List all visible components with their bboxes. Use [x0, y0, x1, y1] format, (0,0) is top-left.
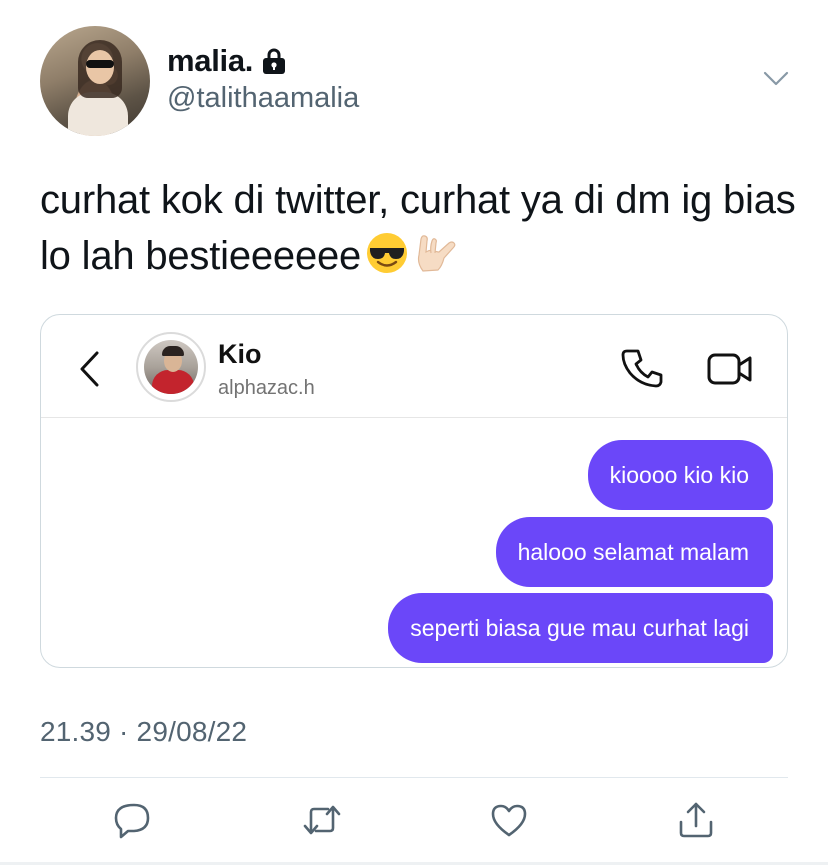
video-icon[interactable]: [706, 349, 754, 389]
dm-contact-name[interactable]: Kio: [218, 339, 262, 370]
smiling-face-with-sunglasses-emoji-icon: [367, 233, 408, 273]
message-bubble[interactable]: seperti biasa gue mau curhat lagi: [388, 593, 773, 663]
avatar-sunglasses-shape: [86, 60, 114, 68]
like-icon[interactable]: [489, 800, 529, 840]
avatar-body-shape: [68, 92, 128, 136]
message-bubble[interactable]: halooo selamat malam: [495, 517, 773, 587]
divider: [40, 777, 788, 778]
tweet-text: curhat kok di twitter, curhat ya di dm i…: [40, 172, 800, 284]
lock-icon: [263, 48, 286, 74]
phone-icon[interactable]: [621, 347, 665, 391]
share-icon[interactable]: [676, 800, 716, 840]
chevron-down-icon[interactable]: [760, 66, 792, 90]
dm-contact-avatar-image: [144, 340, 198, 394]
tweet-timestamp[interactable]: 21.39 · 29/08/22: [40, 716, 247, 748]
avatar-hair-shape: [162, 346, 184, 356]
author-avatar[interactable]: [40, 26, 150, 136]
dm-contact-avatar[interactable]: [136, 332, 206, 402]
reply-icon[interactable]: [114, 800, 154, 840]
back-icon[interactable]: [77, 349, 101, 389]
author-display-name[interactable]: malia.: [167, 43, 253, 79]
dm-screenshot-card[interactable]: Kio alphazac.h kioooo kio kio halooo sel…: [40, 314, 788, 668]
dm-header: Kio alphazac.h: [41, 315, 787, 418]
author-display-name-row[interactable]: malia.: [167, 43, 287, 79]
author-handle[interactable]: @talithaamalia: [167, 82, 359, 115]
avatar-shirt-shape: [152, 370, 194, 394]
dm-contact-username: alphazac.h: [218, 377, 315, 399]
love-you-gesture-emoji-icon: [418, 235, 456, 272]
message-bubble[interactable]: kioooo kio kio: [587, 440, 773, 510]
retweet-icon[interactable]: [302, 800, 342, 840]
